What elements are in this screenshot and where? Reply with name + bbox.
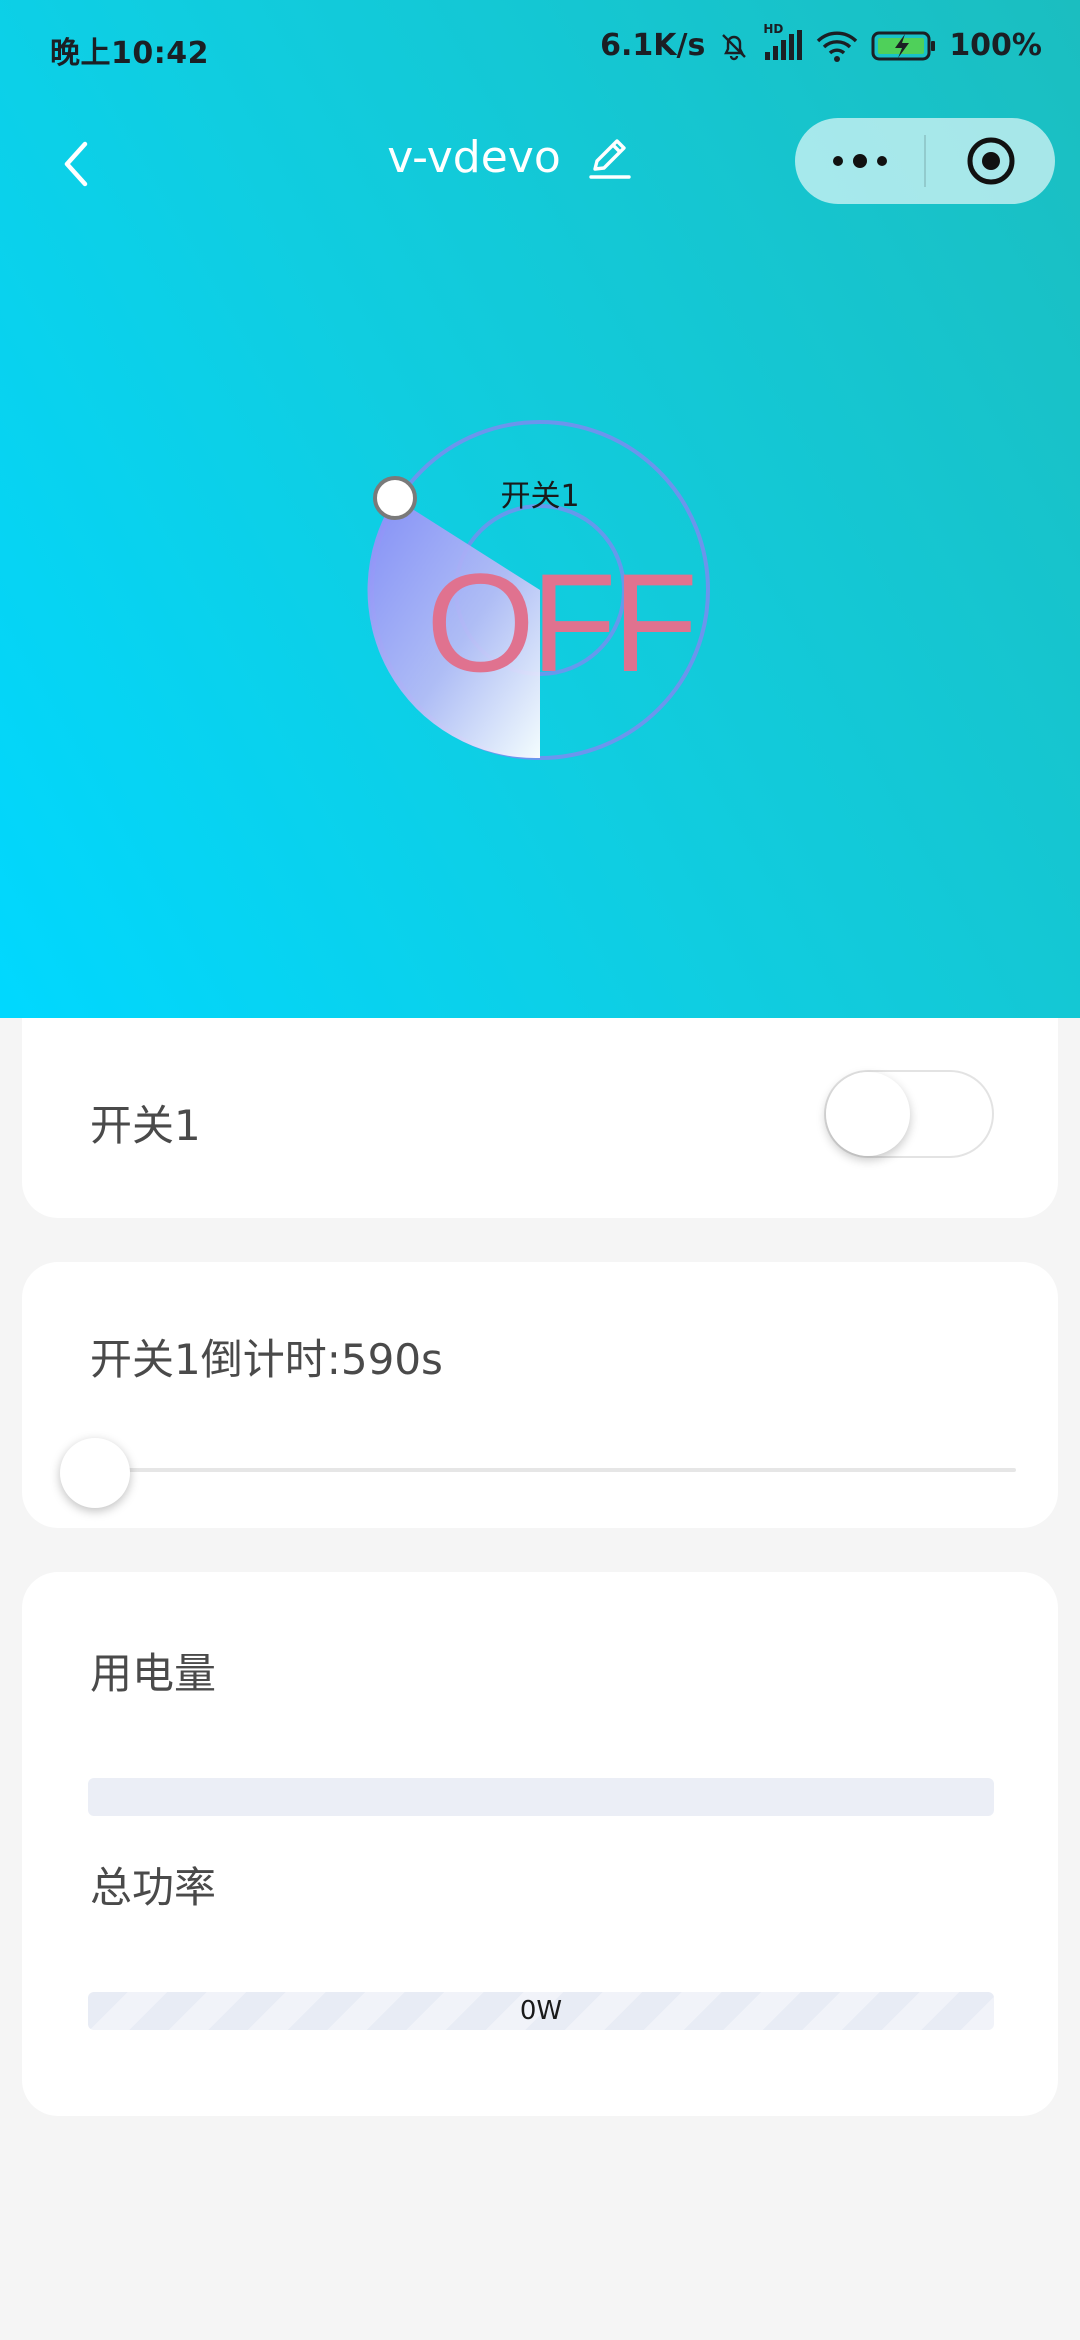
- switch-label: 开关1: [90, 1101, 201, 1150]
- network-speed: 6.1K/s: [600, 28, 706, 63]
- dial-state: OFF: [426, 544, 698, 701]
- switch-dial[interactable]: 开关1 OFF: [360, 418, 720, 778]
- energy-label: 用电量: [90, 1649, 217, 1698]
- power-value: 0W: [519, 1996, 563, 2026]
- more-dots-icon: [832, 154, 887, 168]
- nav-bar: v-vdevo: [0, 118, 1080, 208]
- power-label: 总功率: [90, 1863, 217, 1912]
- countdown-slider-thumb[interactable]: [60, 1438, 130, 1508]
- toggle-knob: [826, 1072, 910, 1156]
- status-bar: 晚上10:42 6.1K/s HD 100%: [0, 0, 1080, 96]
- edit-name-button[interactable]: [587, 135, 633, 181]
- device-header: 晚上10:42 6.1K/s HD 100% v-vdevo 开关1 OFF: [0, 0, 1080, 1018]
- signal-hd-badge: HD: [763, 21, 784, 36]
- countdown-label: 开关1倒计时:590s: [90, 1335, 443, 1384]
- device-name: v-vdevo: [387, 132, 561, 183]
- wifi-icon: [815, 29, 859, 63]
- switch-toggle[interactable]: [824, 1070, 994, 1158]
- countdown-slider-track[interactable]: [92, 1468, 1016, 1472]
- signal-icon: HD: [763, 22, 803, 62]
- energy-bar: [88, 1778, 994, 1816]
- status-indicators: 6.1K/s HD 100%: [600, 22, 1042, 64]
- close-button[interactable]: [926, 118, 1055, 204]
- close-target-icon: [967, 137, 1014, 185]
- switch-card: 开关1: [22, 1018, 1058, 1218]
- bell-mute-icon: [717, 29, 751, 63]
- more-button[interactable]: [795, 118, 924, 204]
- mini-program-capsule: [795, 118, 1055, 204]
- countdown-card: 开关1倒计时:590s: [22, 1262, 1058, 1528]
- power-bar: 0W: [88, 1992, 994, 2030]
- battery-charging-icon: [871, 30, 937, 62]
- dial-label: 开关1: [500, 479, 580, 514]
- status-time: 晚上10:42: [50, 36, 209, 71]
- edit-pencil-icon: [589, 138, 631, 179]
- battery-level: 100%: [949, 28, 1042, 63]
- power-card: 用电量 总功率 0W: [22, 1572, 1058, 2116]
